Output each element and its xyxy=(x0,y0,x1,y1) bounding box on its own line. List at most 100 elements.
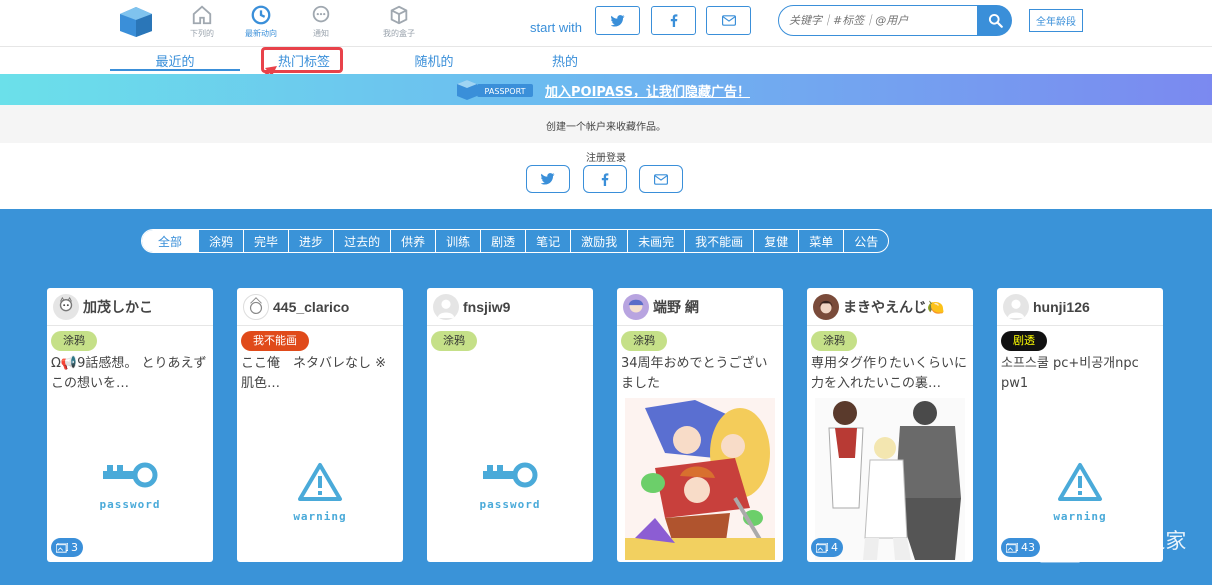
nav-notifications[interactable]: 通知 xyxy=(291,4,351,39)
facebook-share-button[interactable] xyxy=(651,6,696,35)
avatar[interactable] xyxy=(433,293,459,320)
image-count-badge: 43 xyxy=(1001,538,1040,557)
nav-my-box[interactable]: 我的盒子 xyxy=(369,4,429,39)
username[interactable]: 端野 網 xyxy=(653,297,699,317)
avatar[interactable] xyxy=(53,293,79,320)
images-icon xyxy=(816,542,828,553)
post-description: Ω📢9話感想。 とりあえずこの想いを… xyxy=(51,356,207,391)
active-tab-indicator xyxy=(110,69,240,71)
password-lock: password xyxy=(97,462,163,511)
envelope-icon xyxy=(654,173,668,185)
category-menu[interactable]: 菜单 xyxy=(798,230,843,252)
search-input[interactable] xyxy=(789,14,967,27)
username[interactable]: まきやえんじ🍋 xyxy=(843,297,944,317)
post-tag[interactable]: 涂鸦 xyxy=(811,331,857,351)
category-practice[interactable]: 训练 xyxy=(435,230,480,252)
category-announcement[interactable]: 公告 xyxy=(843,230,888,252)
post-description: ここ俺 ネタバレなし ※肌色… xyxy=(241,356,387,391)
email-login-button[interactable] xyxy=(639,165,683,193)
post-card[interactable]: 端野 網 涂鸦 34周年おめでとうございました xyxy=(617,288,783,562)
card-header: 加茂しかこ xyxy=(47,288,213,326)
image-count: 3 xyxy=(71,541,78,554)
lock-label: password xyxy=(479,498,541,511)
watermark-text: OPPO之家 xyxy=(1086,529,1187,553)
tab-recent[interactable]: 最近的 xyxy=(110,51,240,70)
artwork-thumbnail[interactable] xyxy=(625,398,775,560)
card-header: hunji126 xyxy=(997,288,1163,326)
twitter-icon xyxy=(610,14,624,27)
twitter-icon xyxy=(541,173,555,185)
envelope-icon xyxy=(721,15,736,26)
post-card[interactable]: 加茂しかこ 涂鸦 Ω📢9話感想。 とりあえずこの想いを… password 3 xyxy=(47,288,213,562)
post-description: 専用タグ作りたいくらいに力を入れたいこの裏… xyxy=(811,356,968,391)
category-encourage[interactable]: 激励我 xyxy=(570,230,627,252)
category-doodle[interactable]: 涂鸦 xyxy=(198,230,243,252)
category-filter-bar: 全部 涂鸦 完毕 进步 过去的 供养 训练 剧透 笔记 激励我 未画完 我不能画… xyxy=(141,229,890,253)
avatar[interactable] xyxy=(1003,293,1029,320)
category-progress[interactable]: 进步 xyxy=(288,230,333,252)
category-finished[interactable]: 完毕 xyxy=(243,230,288,252)
post-tag[interactable]: 我不能画 xyxy=(241,331,309,351)
search-field[interactable] xyxy=(778,5,978,36)
category-past[interactable]: 过去的 xyxy=(333,230,390,252)
poipass-banner[interactable]: PASSPORT 加入POIPASS，让我们隐藏广告！ xyxy=(0,74,1212,105)
poipass-join-link[interactable]: 加入POIPASS，让我们隐藏广告！ xyxy=(545,81,750,100)
category-spoiler[interactable]: 剧透 xyxy=(480,230,525,252)
category-cant-draw[interactable]: 我不能画 xyxy=(684,230,753,252)
warning-icon xyxy=(1058,463,1102,501)
username[interactable]: 445_clarico xyxy=(273,299,349,315)
avatar[interactable] xyxy=(243,293,269,320)
category-rehab[interactable]: 复健 xyxy=(753,230,798,252)
card-header: 端野 網 xyxy=(617,288,783,326)
facebook-login-button[interactable] xyxy=(583,165,627,193)
email-share-button[interactable] xyxy=(706,6,751,35)
start-with-label: start with xyxy=(530,20,583,35)
content-area: 全部 涂鸦 完毕 进步 过去的 供养 训练 剧透 笔记 激励我 未画完 我不能画… xyxy=(0,209,1212,585)
search-button[interactable] xyxy=(978,5,1012,36)
post-tag[interactable]: 剧透 xyxy=(1001,331,1047,351)
artwork-thumbnail[interactable] xyxy=(815,398,965,560)
tab-hot[interactable]: 热的 xyxy=(520,51,610,70)
image-count-badge: 4 xyxy=(811,538,843,557)
facebook-icon xyxy=(670,14,677,27)
post-card[interactable]: fnsjiw9 涂鸦 password xyxy=(427,288,593,562)
username[interactable]: hunji126 xyxy=(1033,299,1090,315)
category-all[interactable]: 全部 xyxy=(142,230,199,252)
images-icon xyxy=(56,542,68,553)
username[interactable]: fnsjiw9 xyxy=(463,299,510,315)
card-header: まきやえんじ🍋 xyxy=(807,288,973,326)
age-filter-button[interactable]: 全年龄段 xyxy=(1029,9,1083,32)
category-unfinished[interactable]: 未画完 xyxy=(627,230,684,252)
nav-following-label: 下列的 xyxy=(190,29,214,38)
twitter-login-button[interactable] xyxy=(526,165,570,193)
nav-my-box-label: 我的盒子 xyxy=(383,29,415,38)
default-avatar-icon xyxy=(437,299,455,318)
category-notes[interactable]: 笔记 xyxy=(525,230,570,252)
nav-latest[interactable]: 最新动向 xyxy=(231,4,291,39)
username[interactable]: 加茂しかこ xyxy=(83,297,153,317)
image-count-badge: 3 xyxy=(51,538,83,557)
nav-following[interactable]: 下列的 xyxy=(172,4,232,39)
oppo-watermark: OPPO之家 www.oppojia.com xyxy=(1038,515,1208,575)
post-tag[interactable]: 涂鸦 xyxy=(51,331,97,351)
passport-badge: PASSPORT xyxy=(455,79,535,101)
site-logo[interactable] xyxy=(119,6,153,38)
tab-random[interactable]: 随机的 xyxy=(384,51,484,70)
box-icon xyxy=(390,5,408,25)
password-lock: password xyxy=(477,462,543,511)
post-tag[interactable]: 涂鸦 xyxy=(431,331,477,351)
post-card[interactable]: 445_clarico 我不能画 ここ俺 ネタバレなし ※肌色… warning xyxy=(237,288,403,562)
post-tag[interactable]: 涂鸦 xyxy=(621,331,667,351)
home-icon xyxy=(192,5,212,25)
lock-label: password xyxy=(99,498,161,511)
post-description: 34周年おめでとうございました xyxy=(621,356,768,391)
twitter-share-button[interactable] xyxy=(595,6,640,35)
avatar[interactable] xyxy=(813,293,839,320)
post-card[interactable]: まきやえんじ🍋 涂鸦 専用タグ作りたいくらいに力を入れたいこの裏… 4 xyxy=(807,288,973,562)
default-avatar-icon xyxy=(1007,299,1025,318)
chat-bubble-icon xyxy=(312,5,330,23)
key-icon xyxy=(483,462,538,488)
account-prompt: 创建一个帐户来收藏作品。 xyxy=(0,105,1212,143)
category-offering[interactable]: 供养 xyxy=(390,230,435,252)
avatar[interactable] xyxy=(623,293,649,320)
